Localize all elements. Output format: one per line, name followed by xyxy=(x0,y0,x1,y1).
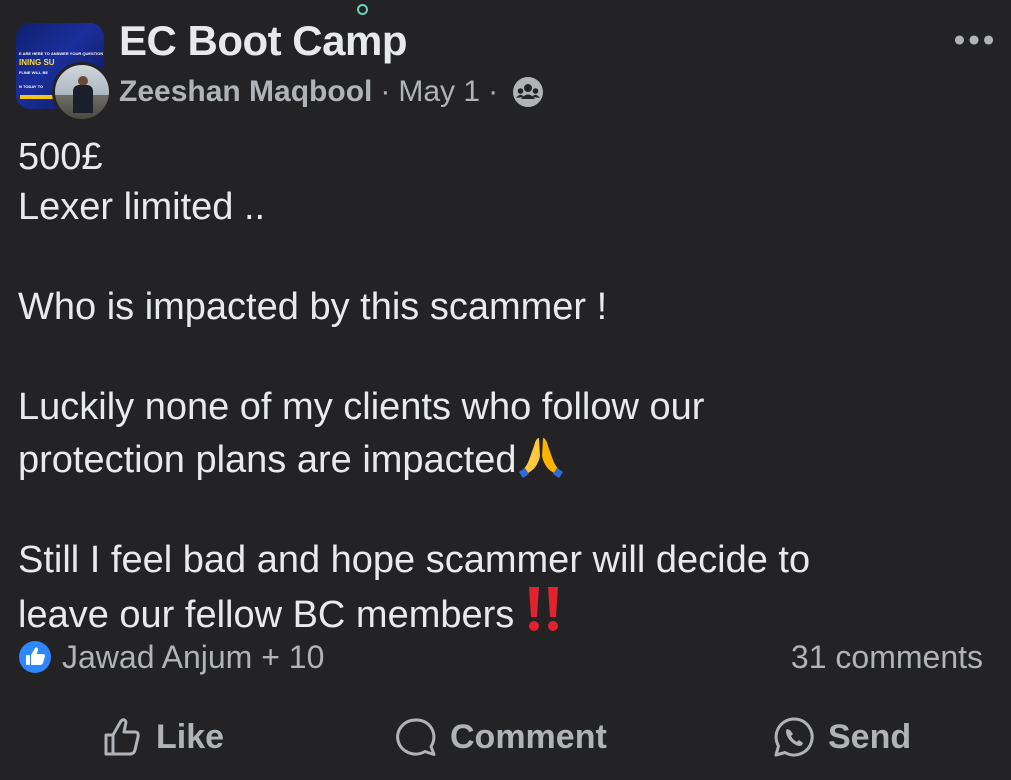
more-options-button[interactable] xyxy=(952,26,996,54)
author-avatar[interactable] xyxy=(52,62,112,122)
post-line-with-emoji: protection plans are impacted xyxy=(18,432,993,485)
thumbnail-text-4: N TODAY TO xyxy=(19,84,44,89)
meta-separator-2: · xyxy=(488,75,499,108)
thumbs-up-icon xyxy=(104,718,140,756)
post-line: Luckily none of my clients who follow ou… xyxy=(18,386,705,428)
post-actions-bar: Like Comment Send xyxy=(0,708,1011,766)
author-name-link[interactable]: Zeeshan Maqbool xyxy=(119,72,372,112)
meta-separator: · xyxy=(380,75,391,108)
post-line xyxy=(18,485,993,535)
post-line xyxy=(18,232,993,282)
like-button[interactable]: Like xyxy=(100,708,224,766)
post-line-text: protection plans are impacted xyxy=(18,439,517,481)
avatar-body xyxy=(73,85,93,113)
camera-indicator-dot xyxy=(357,4,368,15)
comment-button[interactable]: Comment xyxy=(394,708,607,766)
reactors-text: Jawad Anjum + 10 xyxy=(62,638,325,675)
comment-label: Comment xyxy=(450,717,607,756)
thumbnail-text-1: E ARE HERE TO ANSWER YOUR QUESTION xyxy=(19,51,104,56)
comments-count-link[interactable]: 31 comments xyxy=(791,636,983,678)
post-line: 500£ xyxy=(18,136,103,178)
post-line: Who is impacted by this scammer ! xyxy=(18,286,608,328)
post-date[interactable]: May 1 xyxy=(398,72,480,112)
reactions-summary[interactable]: Jawad Anjum + 10 xyxy=(18,636,324,678)
like-reaction-icon xyxy=(18,640,52,674)
thumbnail-text-3: FLINE WILL BE xyxy=(19,70,49,75)
post-line: Still I feel bad and hope scammer will d… xyxy=(18,539,811,581)
post-header: E ARE HERE TO ANSWER YOUR QUESTION INING… xyxy=(16,16,996,122)
post-line: Lexer limited .. xyxy=(18,186,266,228)
more-options-icon xyxy=(954,35,994,45)
send-label: Send xyxy=(828,717,912,756)
post-meta: Zeeshan Maqbool · May 1 · xyxy=(119,72,544,112)
group-name-link[interactable]: EC Boot Camp xyxy=(119,16,408,66)
send-button[interactable]: Send xyxy=(772,708,911,766)
post-line xyxy=(18,332,993,382)
folded-hands-emoji xyxy=(517,432,565,480)
post-line-with-emoji: leave our fellow BC members xyxy=(18,585,993,640)
post-body: 500£ Lexer limited .. Who is impacted by… xyxy=(18,132,993,640)
post-line-text: leave our fellow BC members xyxy=(18,594,515,636)
thumbnail-text-2: INING SU xyxy=(19,58,55,67)
comment-bubble-icon xyxy=(396,718,436,756)
group-audience-icon xyxy=(512,76,544,108)
like-label: Like xyxy=(156,717,225,756)
whatsapp-send-icon xyxy=(774,717,814,757)
double-exclamation-emoji xyxy=(524,585,564,633)
